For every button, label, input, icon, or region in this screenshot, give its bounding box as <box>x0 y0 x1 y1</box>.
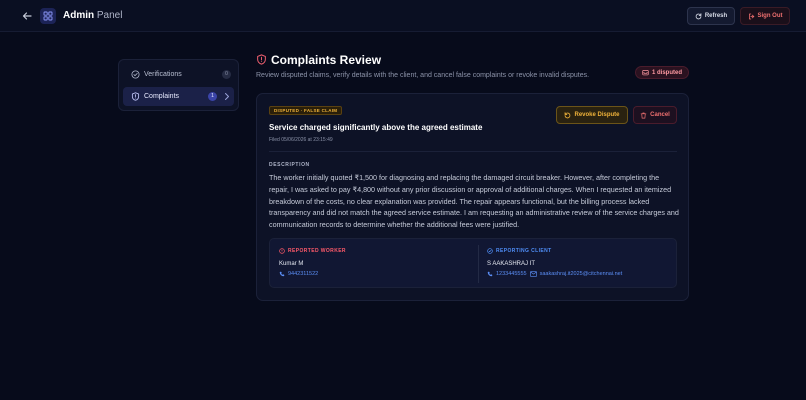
alert-circle-icon <box>279 248 285 254</box>
reported-worker-label: REPORTED WORKER <box>288 248 346 254</box>
client-email-link[interactable]: saakashraj.it2025@citchennai.net <box>540 270 623 278</box>
divider <box>478 245 479 283</box>
inbox-icon <box>642 69 649 76</box>
reported-worker-heading: REPORTED WORKER <box>279 248 346 254</box>
refresh-icon <box>695 12 702 20</box>
client-phone-link[interactable]: 1233445555 <box>496 270 527 278</box>
trash-icon <box>640 112 647 119</box>
shield-alert-icon <box>131 92 140 101</box>
sign-out-icon <box>748 13 755 20</box>
refresh-label: Refresh <box>704 13 728 19</box>
dashboard-grid-icon <box>40 8 56 24</box>
revoke-dispute-button[interactable]: Revoke Dispute <box>556 106 628 124</box>
check-circle-icon <box>487 248 493 254</box>
complaint-card: DISPUTED · FALSE CLAIM Service charged s… <box>256 93 689 301</box>
count-badge: 0 <box>222 70 231 79</box>
worker-name: Kumar M <box>279 261 304 267</box>
mail-icon <box>529 271 537 277</box>
check-circle-icon <box>131 70 140 79</box>
filed-timestamp: Filed 05/06/2026 at 23:15:49 <box>269 137 333 143</box>
page-title: Complaints Review <box>271 53 382 67</box>
phone-icon <box>279 271 285 277</box>
worker-phone-link[interactable]: 9442311522 <box>279 270 318 278</box>
shield-alert-icon <box>256 54 267 65</box>
revoke-dispute-label: Revoke Dispute <box>574 112 620 118</box>
phone-icon <box>487 271 493 277</box>
back-arrow-icon[interactable] <box>20 9 33 22</box>
sign-out-label: Sign Out <box>757 13 783 19</box>
count-badge: 1 <box>208 92 217 101</box>
worker-phone: 9442311522 <box>288 271 319 277</box>
client-contact: 1233445555 saakashraj.it2025@citchennai.… <box>487 270 622 278</box>
complaint-title: Service charged significantly above the … <box>269 123 483 132</box>
chevron-right-icon <box>224 92 230 101</box>
reporting-client-heading: REPORTING CLIENT <box>487 248 552 254</box>
cancel-complaint-button[interactable]: Cancel <box>633 106 677 124</box>
status-badge: DISPUTED · FALSE CLAIM <box>269 106 343 115</box>
sidebar-item-label: Verifications <box>144 71 182 78</box>
sidebar-item-complaints[interactable]: Complaints 1 <box>123 87 234 106</box>
app-title-light: Panel <box>96 10 123 21</box>
app-title-bold: Admin <box>63 10 95 21</box>
sidebar-item-label: Complaints <box>144 93 180 100</box>
page-subtitle: Review disputed claims, verify details w… <box>256 72 590 79</box>
parties-panel: REPORTED WORKER Kumar M 9442311522 REPOR… <box>269 238 677 288</box>
reporting-client-label: REPORTING CLIENT <box>496 248 552 254</box>
disputed-count-badge: 1 disputed <box>635 66 689 79</box>
cancel-label: Cancel <box>650 112 670 118</box>
description-heading: DESCRIPTION <box>269 162 310 168</box>
refresh-button[interactable]: Refresh <box>687 7 735 25</box>
app-title: Admin Panel <box>63 9 122 23</box>
description-text: The worker initially quoted ₹1,500 for d… <box>269 173 679 230</box>
sidebar: Verifications 0 Complaints 1 <box>118 59 239 111</box>
divider <box>269 151 677 152</box>
top-bar: Admin Panel Refresh Sign Out <box>0 0 806 32</box>
undo-icon <box>564 111 571 119</box>
sign-out-button[interactable]: Sign Out <box>740 7 790 25</box>
client-name: S AAKASHRAJ IT <box>487 261 536 267</box>
disputed-count-label: 1 disputed <box>651 69 682 76</box>
sidebar-item-verifications[interactable]: Verifications 0 <box>123 65 234 84</box>
